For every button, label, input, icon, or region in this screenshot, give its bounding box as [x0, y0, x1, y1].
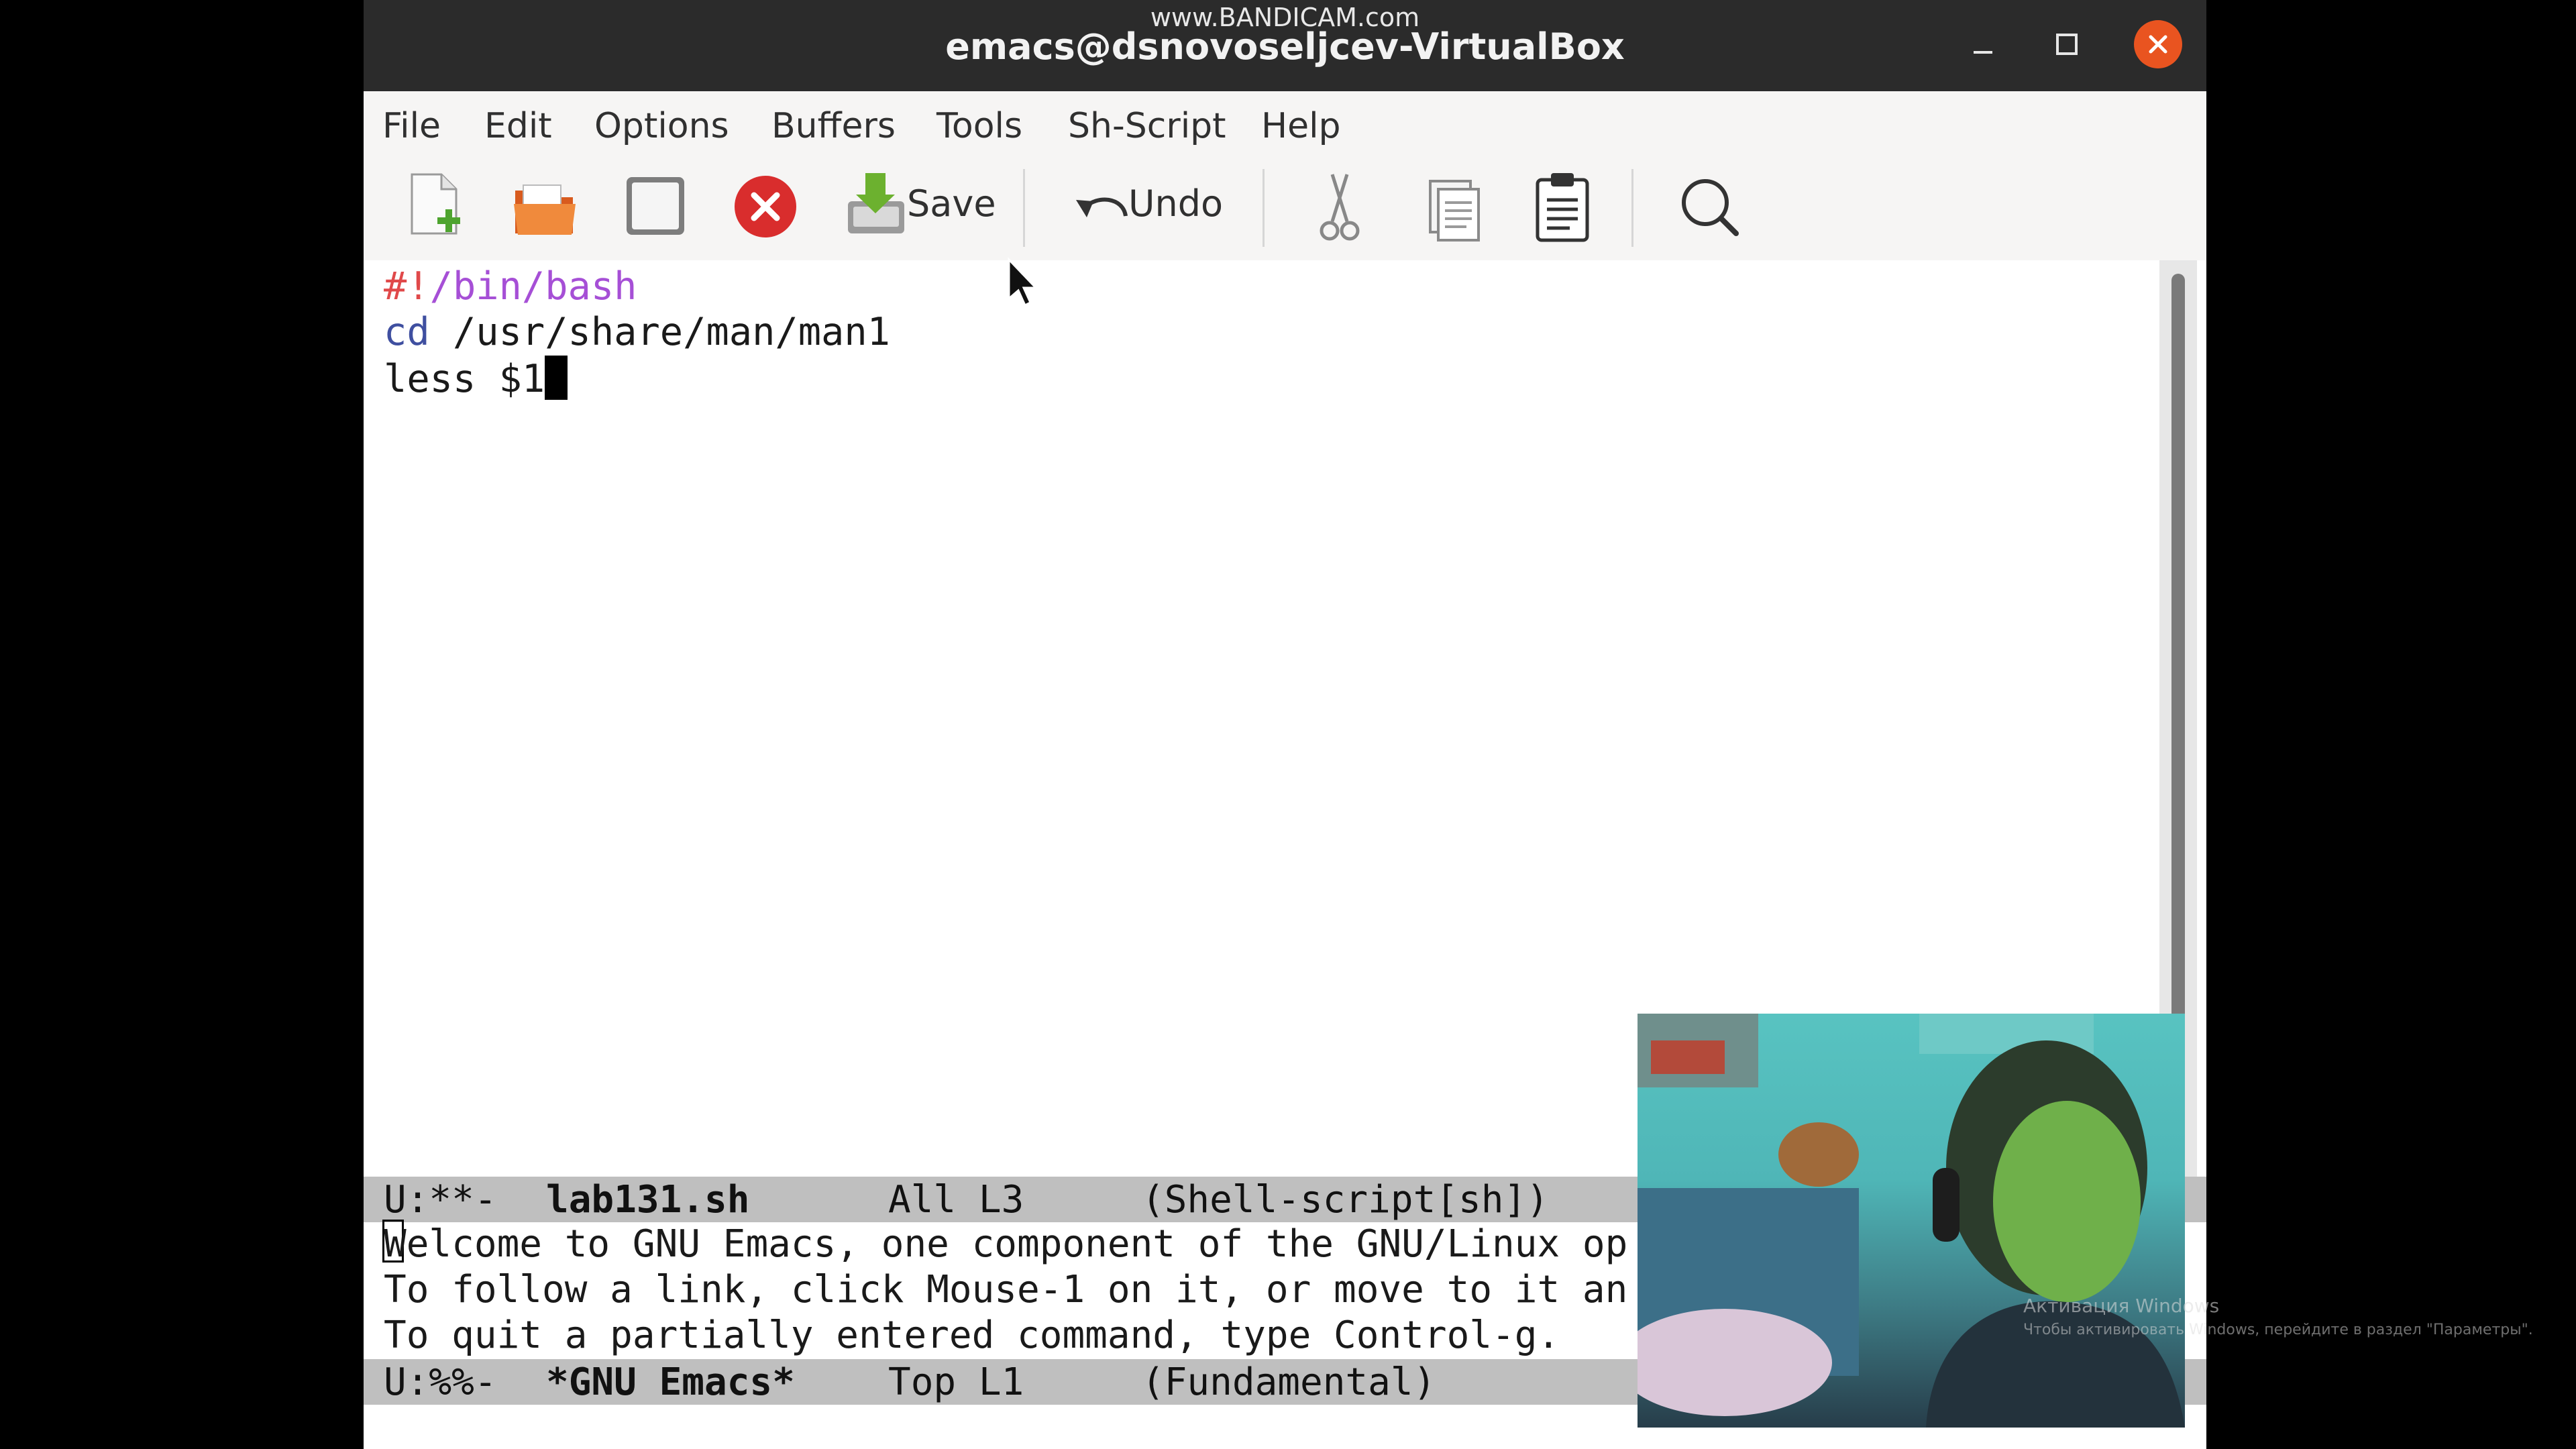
new-file-button[interactable]: [402, 166, 470, 247]
cut-icon: [1320, 174, 1360, 241]
paste-icon: [1536, 173, 1589, 242]
minimize-icon: [1974, 51, 1992, 54]
minimize-button[interactable]: [1959, 20, 2007, 68]
code-line-1: #!/bin/bash: [384, 264, 637, 309]
copy-button[interactable]: [1415, 166, 1489, 247]
modeline-major-mode[interactable]: (Fundamental): [1142, 1360, 1436, 1404]
paste-button[interactable]: [1525, 166, 1599, 247]
modeline-position: Top L1: [888, 1360, 1024, 1404]
mouse-pointer-icon: [1008, 257, 1038, 307]
menu-sh-script[interactable]: Sh-Script: [1068, 106, 1226, 146]
menu-help[interactable]: Help: [1261, 106, 1341, 146]
maximize-button[interactable]: [2043, 20, 2091, 68]
undo-button[interactable]: [1067, 166, 1134, 247]
close-window-button[interactable]: [2134, 20, 2182, 68]
keyword-cd: cd: [384, 310, 430, 354]
activation-watermark-title: Активация Windows: [2023, 1295, 2220, 1317]
close-icon: [2149, 35, 2167, 54]
cd-argument: /usr/share/man/man1: [429, 310, 890, 354]
menu-options[interactable]: Options: [594, 106, 729, 146]
toolbar: Save Undo: [364, 156, 2206, 260]
open-folder-icon: [514, 184, 576, 235]
modeline-position: All L3: [888, 1178, 1024, 1222]
save-button[interactable]: [841, 166, 908, 247]
modeline-buffer-name[interactable]: lab131.sh: [546, 1178, 749, 1222]
open-file-button[interactable]: [508, 166, 582, 247]
menu-buffers[interactable]: Buffers: [771, 106, 896, 146]
modeline-major-mode[interactable]: (Shell-script[sh]): [1142, 1178, 1549, 1222]
activation-watermark-text: Чтобы активировать Windows, перейдите в …: [2023, 1322, 2533, 1338]
cut-button[interactable]: [1303, 166, 1377, 247]
code-line-3: less $1: [384, 356, 568, 401]
maximize-icon: [2056, 34, 2078, 55]
save-label[interactable]: Save: [907, 182, 996, 225]
search-icon: [1682, 179, 1739, 236]
code-line-2: cd /usr/share/man/man1: [384, 310, 890, 354]
undo-icon: [1076, 197, 1128, 217]
close-buffer-button[interactable]: [729, 166, 802, 247]
dired-button[interactable]: [619, 166, 692, 247]
copy-icon: [1429, 180, 1480, 241]
menu-bar: File Edit Options Buffers Tools Sh-Scrip…: [364, 91, 2206, 157]
modeline-status: U:**-: [384, 1178, 497, 1222]
modeline-status: U:%%-: [384, 1360, 497, 1404]
search-button[interactable]: [1672, 166, 1746, 247]
welcome-line-1: Welcome to GNU Emacs, one component of t…: [384, 1222, 1628, 1266]
window-title: emacs@dsnovoseljcev-VirtualBox: [945, 25, 1625, 68]
code-line-text: less $1: [384, 357, 545, 401]
menu-edit[interactable]: Edit: [484, 106, 552, 146]
toolbar-separator: [1631, 169, 1633, 247]
shebang-path: /bin/bash: [429, 264, 637, 309]
shebang-prefix: #!: [384, 264, 430, 309]
menu-file[interactable]: File: [382, 106, 441, 146]
menu-tools[interactable]: Tools: [936, 106, 1022, 146]
welcome-line-3: To quit a partially entered command, typ…: [384, 1313, 1560, 1357]
webcam-overlay: [1638, 1014, 2185, 1428]
toolbar-separator: [1023, 169, 1025, 247]
new-file-icon: [411, 173, 460, 235]
undo-label[interactable]: Undo: [1128, 182, 1223, 225]
save-icon: [848, 173, 904, 233]
welcome-line-2: To follow a link, click Mouse-1 on it, o…: [384, 1268, 1628, 1311]
text-cursor: [545, 356, 568, 400]
toolbar-separator: [1263, 169, 1265, 247]
dired-icon: [627, 177, 684, 235]
modeline-buffer-name[interactable]: *GNU Emacs*: [546, 1360, 795, 1404]
close-buffer-icon: [735, 176, 796, 237]
webcam-person-image: [1638, 1014, 2185, 1428]
title-bar[interactable]: www.BANDICAM.com emacs@dsnovoseljcev-Vir…: [364, 0, 2206, 91]
